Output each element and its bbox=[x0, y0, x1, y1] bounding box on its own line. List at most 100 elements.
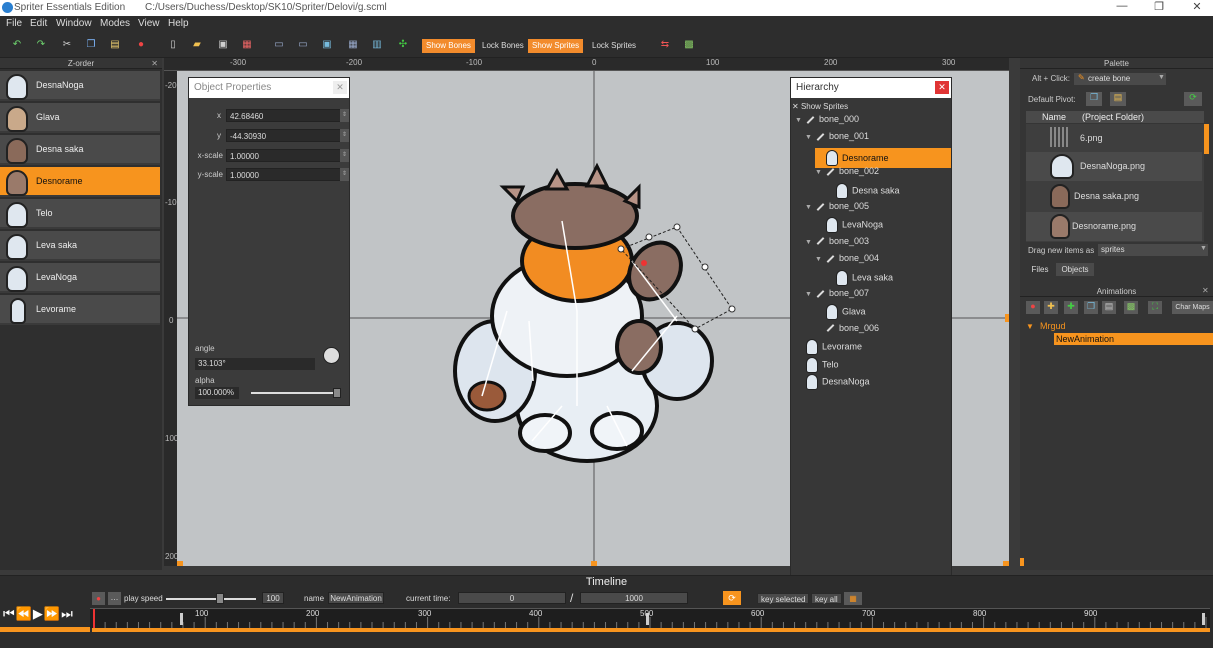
animation-name-input[interactable]: NewAnimation bbox=[328, 592, 384, 604]
view-icon-3[interactable]: ▣ bbox=[320, 38, 334, 52]
delete-icon[interactable]: ● bbox=[134, 38, 148, 52]
char-maps-button[interactable]: Char Maps bbox=[1172, 301, 1213, 314]
close-icon[interactable]: ✕ bbox=[935, 81, 949, 94]
lock-bones-toggle[interactable]: Lock Bones bbox=[478, 39, 528, 53]
list-item[interactable]: DesnaNoga.png bbox=[1026, 152, 1202, 181]
hierarchy-row-telo[interactable]: Telo bbox=[795, 356, 839, 373]
close-window-button[interactable]: ✕ bbox=[1187, 0, 1207, 13]
key-all-button[interactable]: key all bbox=[811, 593, 842, 604]
scrollbar-handle[interactable] bbox=[1204, 124, 1209, 154]
expand-arrow-icon[interactable]: ▼ bbox=[815, 166, 822, 179]
expand-arrow-icon[interactable]: ▼ bbox=[805, 236, 812, 249]
zorder-item-glava[interactable]: Glava bbox=[0, 103, 160, 133]
menu-help[interactable]: Help bbox=[168, 18, 189, 29]
restore-button[interactable]: ❐ bbox=[1149, 0, 1169, 13]
zorder-item-levorame[interactable]: Levorame bbox=[0, 295, 160, 325]
expand-arrow-icon[interactable]: ▼ bbox=[805, 288, 812, 301]
first-frame-icon[interactable]: ⏮ bbox=[3, 606, 16, 621]
entity-mrgud[interactable]: Mrgud bbox=[1040, 321, 1066, 331]
spinner-icon[interactable]: ⇕ bbox=[340, 149, 349, 162]
fit-view-icon[interactable]: ✣ bbox=[396, 38, 410, 52]
view-icon-2[interactable]: ▭ bbox=[296, 38, 310, 52]
menu-view[interactable]: View bbox=[138, 18, 160, 29]
character-sprite[interactable] bbox=[453, 162, 714, 463]
create-bone-select[interactable]: create bone bbox=[1074, 73, 1166, 85]
undo-icon[interactable]: ↶ bbox=[10, 38, 24, 52]
hierarchy-row-bone_005[interactable]: ▼ bone_005 bbox=[805, 200, 869, 213]
spinner-icon[interactable]: ⇕ bbox=[340, 109, 349, 122]
record-icon[interactable]: ● bbox=[92, 592, 105, 605]
view-icon-1[interactable]: ▭ bbox=[272, 38, 286, 52]
zorder-item-telo[interactable]: Telo bbox=[0, 199, 160, 229]
tab-objects[interactable]: Objects bbox=[1056, 263, 1094, 276]
alpha-slider[interactable] bbox=[251, 392, 336, 394]
play-speed-handle[interactable] bbox=[216, 593, 224, 604]
x-input[interactable]: 42.68460 bbox=[226, 109, 341, 122]
show-sprites-toggle[interactable]: Show Sprites bbox=[528, 39, 584, 53]
list-item[interactable]: Desnorame.png bbox=[1026, 212, 1202, 241]
col-name[interactable]: Name bbox=[1042, 111, 1066, 123]
hierarchy-row-levorame[interactable]: Levorame bbox=[795, 339, 862, 356]
show-bones-toggle[interactable]: Show Bones bbox=[422, 39, 475, 53]
animation-item[interactable]: NewAnimation bbox=[1054, 333, 1213, 345]
menu-file[interactable]: File bbox=[6, 18, 22, 29]
image-icon[interactable]: ▩ bbox=[1124, 301, 1138, 314]
x-scale-input[interactable]: 1.00000 bbox=[226, 149, 341, 162]
export-icon[interactable]: ▦ bbox=[240, 38, 254, 52]
expand-arrow-icon[interactable]: ▼ bbox=[805, 201, 812, 214]
hierarchy-row-bone_001[interactable]: ▼ bone_001 bbox=[805, 130, 869, 143]
zorder-item-levanoga[interactable]: LevaNoga bbox=[0, 263, 160, 293]
show-sprites-option[interactable]: ✕ Show Sprites bbox=[792, 100, 848, 113]
list-item[interactable]: 6.png bbox=[1026, 124, 1202, 151]
timeline-track[interactable]: 100 200 300 400 500 600 700 800 900 bbox=[90, 608, 1210, 629]
add-animation-icon[interactable]: ✚ bbox=[1064, 301, 1078, 314]
hierarchy-row-levanoga[interactable]: LevaNoga bbox=[815, 217, 883, 234]
pivot-point[interactable] bbox=[641, 260, 647, 266]
animations-close-icon[interactable]: ✕ bbox=[1202, 286, 1209, 295]
new-file-icon[interactable]: ▯ bbox=[166, 38, 180, 52]
view-icon-5[interactable]: ▥ bbox=[370, 38, 384, 52]
minimize-button[interactable]: — bbox=[1112, 0, 1132, 12]
last-frame-icon[interactable]: ⏭ bbox=[61, 606, 74, 621]
add-character-icon[interactable]: ✚ bbox=[1044, 301, 1058, 314]
redo-icon[interactable]: ↷ bbox=[34, 38, 48, 52]
hierarchy-row-bone_002[interactable]: ▼ bone_002 bbox=[815, 165, 879, 178]
timeline-scroll-bar[interactable] bbox=[92, 628, 1210, 632]
refresh-icon[interactable]: ⟳ bbox=[1184, 92, 1202, 106]
alpha-input[interactable]: 100.000% bbox=[195, 387, 239, 399]
close-icon[interactable]: ✕ bbox=[333, 81, 347, 94]
expand-arrow-icon[interactable]: ▼ bbox=[805, 131, 812, 144]
more-icon[interactable]: … bbox=[108, 592, 121, 605]
rename-animation-icon[interactable]: ▤ bbox=[1102, 301, 1116, 314]
hierarchy-row-leva-saka[interactable]: Leva saka bbox=[825, 269, 893, 286]
angle-input[interactable]: 33.103° bbox=[195, 358, 315, 370]
lock-sprites-toggle[interactable]: Lock Sprites bbox=[588, 39, 640, 53]
play-speed-input[interactable]: 100 bbox=[262, 592, 284, 604]
hierarchy-row-bone_000[interactable]: ▼ bone_000 bbox=[795, 113, 859, 126]
prev-frame-icon[interactable]: ⏪ bbox=[16, 606, 33, 621]
expand-arrow-icon[interactable]: ▼ bbox=[815, 253, 822, 266]
zorder-close-icon[interactable]: ✕ bbox=[151, 59, 158, 68]
zorder-item-desnorame[interactable]: Desnorame bbox=[0, 167, 160, 197]
loop-toggle-icon[interactable]: ⟳ bbox=[723, 591, 741, 605]
fullscreen-icon[interactable]: ⛶ bbox=[1148, 301, 1162, 314]
alpha-slider-handle[interactable] bbox=[333, 388, 341, 398]
next-frame-icon[interactable]: ⏩ bbox=[44, 606, 61, 621]
open-folder-icon[interactable]: ▰ bbox=[190, 38, 204, 52]
hierarchy-row-glava[interactable]: Glava bbox=[815, 304, 866, 321]
y-input[interactable]: -44.30930 bbox=[226, 129, 341, 142]
delete-animation-icon[interactable]: ● bbox=[1026, 301, 1040, 314]
expand-arrow-icon[interactable]: ▼ bbox=[1026, 322, 1034, 331]
view-icon-4[interactable]: ▦ bbox=[346, 38, 360, 52]
hierarchy-row-bone_003[interactable]: ▼ bone_003 bbox=[805, 235, 869, 248]
pivot-button-2[interactable]: ▤ bbox=[1110, 92, 1126, 106]
play-speed-slider[interactable] bbox=[166, 598, 256, 600]
angle-dial-icon[interactable] bbox=[323, 347, 340, 364]
flip-icon[interactable]: ⇆ bbox=[658, 38, 672, 52]
duplicate-animation-icon[interactable]: ❐ bbox=[1084, 301, 1098, 314]
spinner-icon[interactable]: ⇕ bbox=[340, 129, 349, 142]
zorder-item-desnanoga[interactable]: DesnaNoga bbox=[0, 71, 160, 101]
copy-icon[interactable]: ❐ bbox=[84, 38, 98, 52]
menu-edit[interactable]: Edit bbox=[30, 18, 47, 29]
drag-mode-select[interactable]: sprites bbox=[1098, 244, 1208, 256]
